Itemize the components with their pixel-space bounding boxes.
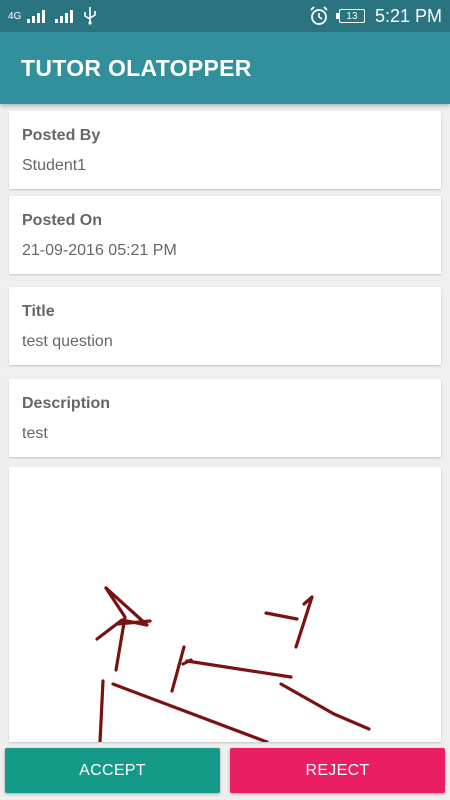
description-value: test — [22, 425, 48, 442]
description-label: Description — [22, 395, 111, 412]
title-value: test question — [22, 333, 113, 350]
alarm-icon — [310, 6, 328, 25]
status-time: 5:21 PM — [374, 5, 442, 26]
signal-icon — [55, 10, 74, 23]
title-label: Title — [22, 303, 55, 320]
sketch-image — [95, 586, 371, 742]
posted-by-value: Student1 — [22, 157, 87, 174]
status-left: 4G — [8, 7, 97, 25]
description-card: Description test — [9, 379, 441, 457]
posted-on-card: Posted On 21-09-2016 05:21 PM — [9, 196, 441, 274]
status-bar: 4G 13 5:21 PM — [0, 0, 450, 32]
app-bar: TUTOR OLATOPPER — [0, 32, 450, 104]
posted-on-label: Posted On — [22, 212, 103, 229]
reject-button[interactable]: REJECT — [230, 748, 445, 793]
posted-by-label: Posted By — [22, 127, 101, 144]
network-type-label: 4G — [8, 10, 22, 22]
signal-icon — [27, 10, 46, 23]
accept-button[interactable]: ACCEPT — [5, 748, 220, 793]
status-right: 13 5:21 PM — [309, 6, 442, 27]
posted-on-value: 21-09-2016 05:21 PM — [22, 242, 177, 259]
battery-icon: 13 — [335, 9, 365, 23]
app-title: TUTOR OLATOPPER — [21, 54, 252, 81]
usb-icon — [84, 7, 97, 25]
question-drawing — [9, 467, 441, 742]
battery-level: 13 — [346, 10, 358, 22]
title-card: Title test question — [9, 287, 441, 365]
posted-by-card: Posted By Student1 — [9, 111, 441, 189]
